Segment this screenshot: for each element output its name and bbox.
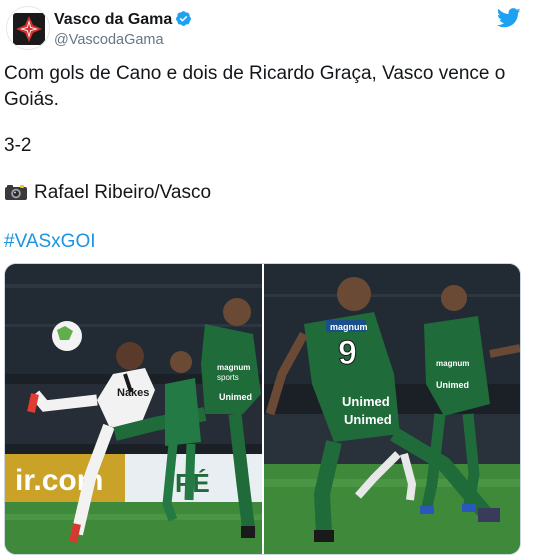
svg-text:magnum: magnum [436,359,469,368]
tweet-score: 3-2 [4,135,32,156]
camera-icon [5,185,27,200]
svg-text:magnum: magnum [330,322,368,332]
tweet-header: Vasco da Gama @VascodaGama [4,4,535,52]
svg-text:9: 9 [338,334,357,372]
tweet-text-line-2: Goiás. [4,89,59,110]
tweet-card: Vasco da Gama @VascodaGama Com gols de C… [0,0,539,558]
twitter-bird-icon[interactable] [497,8,521,28]
hashtag-link[interactable]: #VASxGOI [4,230,96,254]
svg-text:Unimed: Unimed [436,380,469,390]
svg-text:Unimed: Unimed [342,394,390,409]
photo-credit-line: Rafael Ribeiro/Vasco [4,181,211,205]
svg-text:magnum: magnum [217,363,250,372]
tweet-media[interactable]: ir.com PÉ Nakes magnum sports Unimed mag… [4,263,521,555]
author-handle[interactable]: @VascodaGama [54,31,192,49]
photo-right[interactable]: magnum 9 Unimed Unimed magnum Unimed [264,264,520,554]
football-match-photo-left: ir.com PÉ Nakes magnum sports Unimed [5,264,262,554]
svg-text:Nakes: Nakes [117,387,149,399]
photo-credit-text: Rafael Ribeiro/Vasco [34,182,212,203]
author-display-name[interactable]: Vasco da Gama [54,10,172,30]
svg-text:Unimed: Unimed [219,392,252,402]
photo-left[interactable]: ir.com PÉ Nakes magnum sports Unimed [5,264,262,554]
svg-text:Unimed: Unimed [344,412,392,427]
verified-badge-icon [176,11,192,26]
author-names: Vasco da Gama @VascodaGama [54,10,192,49]
tweet-text-line-1: Com gols de Cano e dois de Ricardo Graça… [4,63,506,84]
football-match-photo-right: magnum 9 Unimed Unimed magnum Unimed [264,264,520,554]
svg-text:sports: sports [217,373,239,382]
author-avatar[interactable] [6,6,50,50]
vasco-cross-crest-icon [7,7,49,49]
